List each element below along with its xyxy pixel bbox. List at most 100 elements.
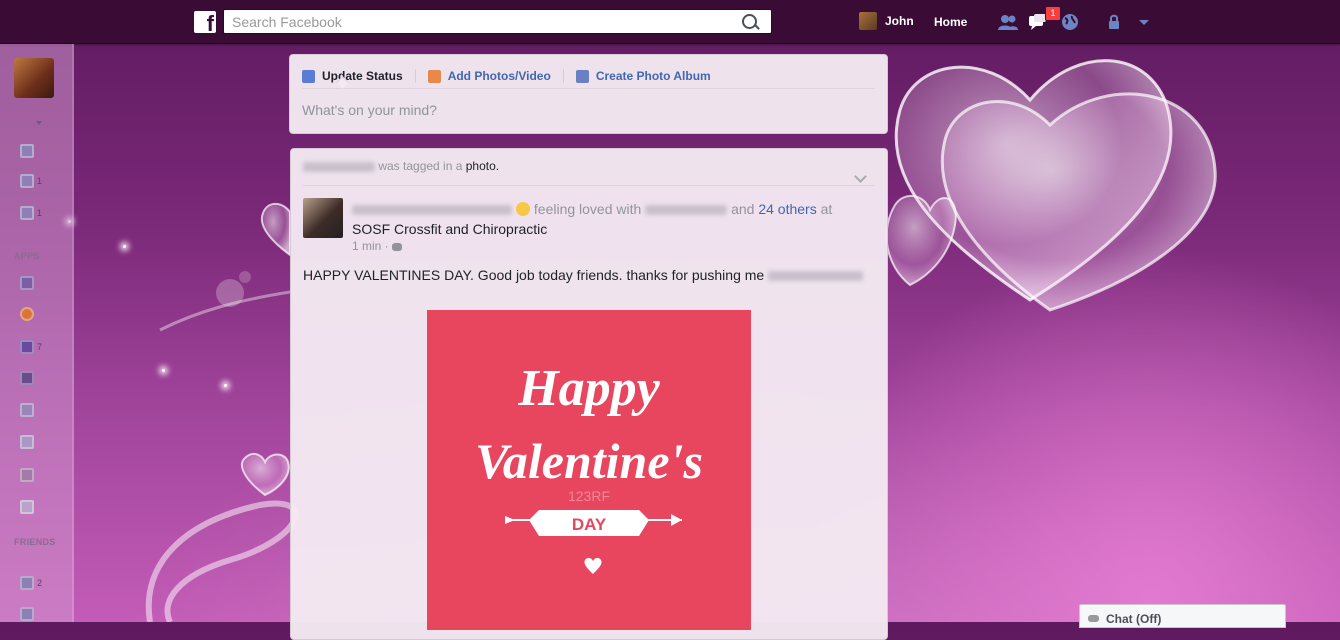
chat-label: Chat (Off)	[1106, 612, 1162, 626]
post-timestamp[interactable]: 1 min	[352, 239, 381, 253]
avatar[interactable]	[303, 198, 343, 238]
sidebar-item-count: 1	[37, 208, 43, 218]
post-author-line: feeling loved with and 24 others at SOSF…	[352, 199, 872, 239]
sidebar-item-app[interactable]	[20, 434, 50, 450]
pages-feed-icon	[20, 435, 34, 449]
blurred-author-name[interactable]	[352, 205, 512, 216]
large-heart-shape	[940, 92, 1217, 312]
audience-friends-icon[interactable]	[392, 242, 403, 251]
app-circle-icon	[20, 307, 34, 321]
place-link[interactable]: SOSF Crossfit and Chiropractic	[352, 221, 547, 237]
others-link[interactable]: 24 others	[758, 201, 816, 217]
small-heart-shape	[240, 452, 290, 497]
blurred-tagged-name[interactable]	[645, 205, 728, 216]
feeling-text: feeling loved with	[533, 201, 642, 217]
tab-update-status[interactable]: Update Status	[302, 69, 403, 83]
photo-icon	[427, 69, 441, 83]
tab-label: Update Status	[322, 69, 403, 83]
notification-badge: 1	[1045, 6, 1061, 21]
post-photo[interactable]: Happy Valentine's 123RF DAY	[427, 310, 751, 630]
nearby-friends-icon	[20, 607, 34, 621]
home-link[interactable]: Home	[934, 15, 967, 29]
card-text-day: DAY	[572, 515, 607, 534]
bokeh-circle	[216, 279, 244, 307]
sidebar-item-nearby[interactable]	[20, 606, 50, 622]
news-feed-icon	[20, 144, 34, 158]
watermark: 123RF	[568, 488, 610, 504]
facebook-logo-icon[interactable]: f	[194, 11, 216, 33]
games-icon	[20, 276, 34, 290]
post-story-header: was tagged in a photo.	[303, 159, 875, 186]
privacy-shortcuts-icon[interactable]	[1106, 12, 1126, 32]
profile-link[interactable]: John	[859, 12, 914, 30]
post-body-text: HAPPY VALENTINES DAY. Good job today fri…	[303, 267, 765, 283]
post-meta: 1 min ·	[352, 239, 403, 253]
app-check-icon	[20, 371, 34, 385]
composer-tabs: Update Status Add Photos/Video Create Ph…	[302, 64, 875, 89]
friends-section-header: FRIENDS	[14, 537, 56, 547]
sidebar-item-count: 2	[37, 578, 43, 588]
search-input[interactable]: Search Facebook	[223, 9, 772, 34]
user-name: John	[885, 14, 914, 28]
at-text: at	[820, 201, 833, 217]
bookmark-icon	[20, 403, 34, 417]
and-text: and	[731, 201, 755, 217]
status-composer: Update Status Add Photos/Video Create Ph…	[289, 54, 888, 134]
sidebar-item-events[interactable]: 1	[20, 205, 50, 221]
messages-icon	[20, 174, 34, 188]
blurred-name	[303, 161, 375, 172]
left-sidebar: 1 1 APPS 7 FRIENDS 2	[0, 44, 74, 622]
avatar	[859, 12, 877, 30]
avatar[interactable]	[14, 58, 54, 98]
sidebar-item-count: 1	[37, 176, 43, 186]
small-heart-shape	[885, 195, 957, 287]
sidebar-item-friends[interactable]: 2	[20, 575, 50, 591]
sidebar-item-news-feed[interactable]	[20, 143, 50, 159]
sidebar-item-app[interactable]: 7	[20, 339, 50, 355]
sidebar-item-app[interactable]	[20, 370, 50, 386]
tagged-text: was tagged in a	[378, 159, 463, 173]
valentines-card-image: Happy Valentine's 123RF DAY	[475, 360, 703, 574]
events-icon	[20, 206, 34, 220]
photo-link[interactable]: photo	[466, 159, 496, 173]
tab-label: Create Photo Album	[595, 69, 711, 83]
pencil-icon	[302, 69, 315, 83]
sidebar-item-app[interactable]	[20, 467, 50, 483]
sidebar-item-app[interactable]	[20, 306, 50, 322]
app-heart-icon	[20, 340, 34, 354]
status-input[interactable]: What's on your mind?	[302, 102, 437, 118]
sidebar-item-messages[interactable]: 1	[20, 173, 50, 189]
post-body: HAPPY VALENTINES DAY. Good job today fri…	[303, 267, 864, 283]
blurred-name[interactable]	[768, 271, 864, 282]
sidebar-item-app[interactable]	[20, 275, 50, 291]
heart-icon	[584, 557, 602, 574]
photos-icon	[20, 468, 34, 482]
chevron-down-icon[interactable]	[36, 121, 42, 125]
sidebar-item-count: 7	[37, 342, 43, 352]
apps-section-header: APPS	[14, 251, 40, 261]
swirl-decoration	[145, 500, 299, 622]
tab-create-album[interactable]: Create Photo Album	[575, 69, 711, 83]
chevron-down-icon[interactable]	[854, 170, 867, 183]
news-feed-post: was tagged in a photo. feeling loved wit…	[290, 148, 888, 640]
feeling-loved-emoji-icon	[515, 202, 530, 216]
card-text-valentines: Valentine's	[475, 433, 703, 489]
tab-label: Add Photos/Video	[447, 69, 551, 83]
friends-list-icon	[20, 576, 34, 590]
small-heart-shape	[260, 202, 291, 258]
bokeh-circle	[239, 271, 251, 283]
album-icon	[575, 69, 589, 83]
chat-friends-icon	[1088, 615, 1099, 622]
game-controller-icon	[20, 500, 34, 514]
sidebar-item-app[interactable]	[20, 402, 50, 418]
search-placeholder: Search Facebook	[232, 14, 342, 30]
globe-notifications-icon[interactable]	[1060, 12, 1080, 32]
top-navigation-bar: f Search Facebook John Home 1	[0, 0, 1340, 44]
chat-sidebar-toggle[interactable]: Chat (Off)	[1079, 604, 1286, 628]
friend-requests-icon[interactable]	[998, 12, 1018, 32]
search-icon[interactable]	[742, 14, 757, 29]
tab-add-photos[interactable]: Add Photos/Video	[427, 69, 551, 83]
account-menu-chevron-down-icon[interactable]	[1134, 12, 1154, 32]
sidebar-item-app[interactable]	[20, 499, 50, 515]
card-text-happy: Happy	[517, 360, 660, 417]
